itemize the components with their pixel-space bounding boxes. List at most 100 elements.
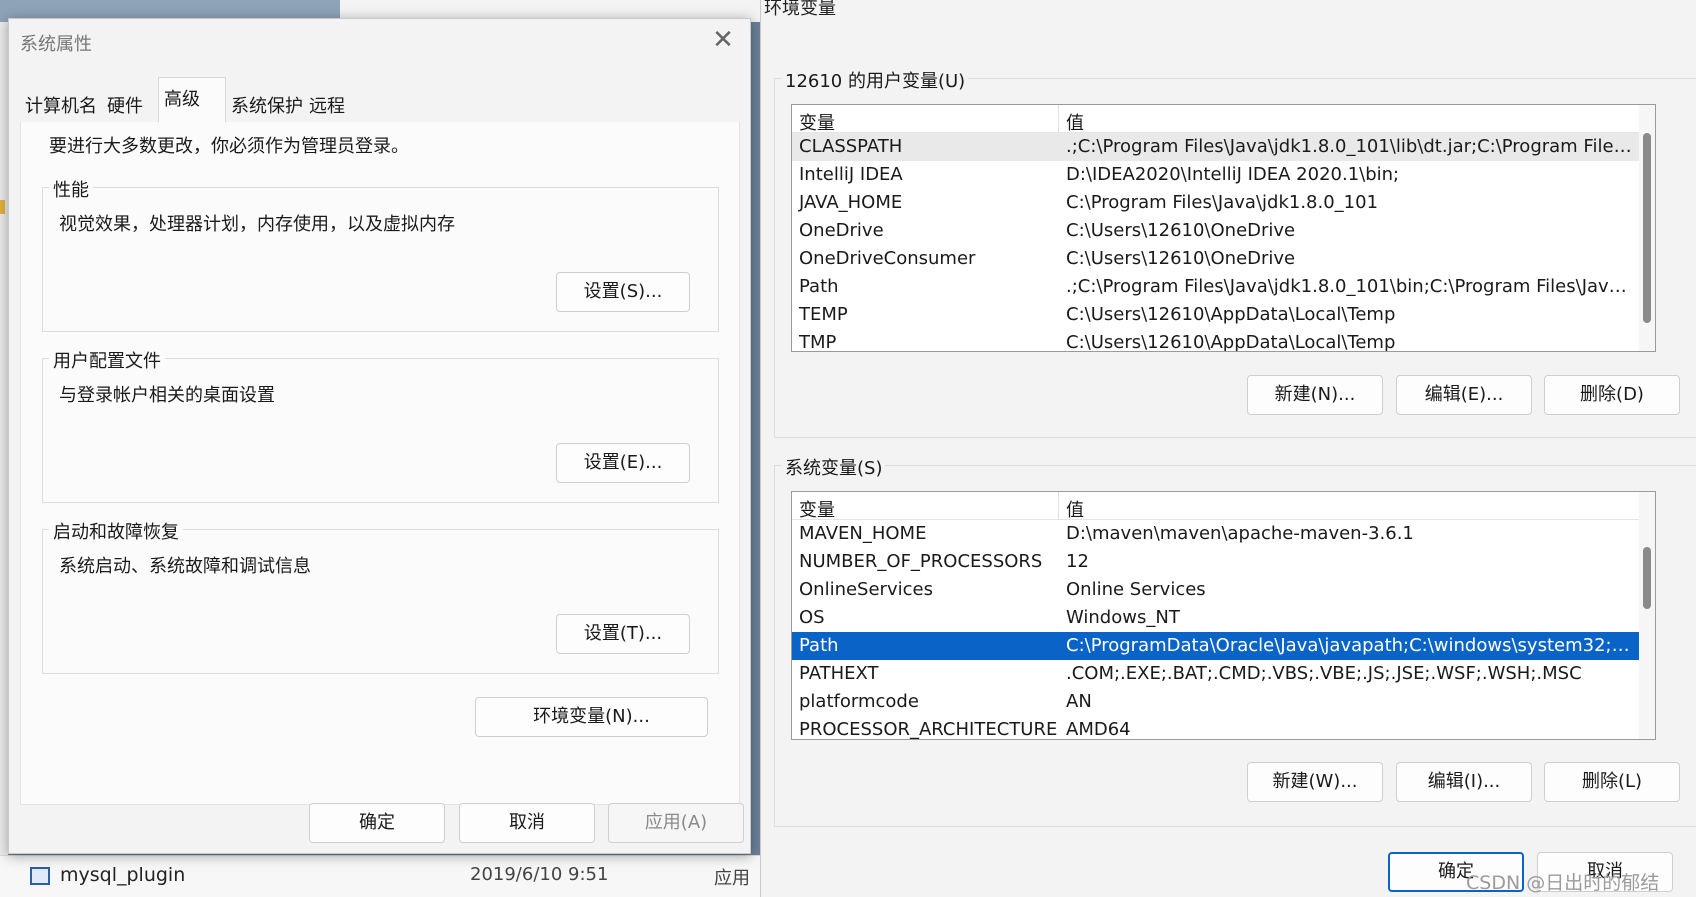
explorer-sidebar <box>0 22 8 897</box>
variable-value: AMD64 <box>1066 719 1131 740</box>
tab-advanced[interactable]: 高级 <box>158 77 226 123</box>
startup-recovery-title: 启动和故障恢复 <box>49 518 183 544</box>
user-variables-title: 12610 的用户变量(U) <box>782 67 969 93</box>
variable-value: .COM;.EXE;.BAT;.CMD;.VBS;.VBE;.JS;.JSE;.… <box>1066 663 1582 684</box>
variable-name: TMP <box>799 332 837 352</box>
user-variable-row[interactable]: TMP C:\Users\12610\AppData\Local\Temp <box>792 329 1640 352</box>
environment-variables-button[interactable]: 环境变量(N)... <box>475 697 708 737</box>
system-variable-row[interactable]: NUMBER_OF_PROCESSORS 12 <box>792 548 1640 576</box>
system-properties-dialog: 系统属性 ✕ 计算机名 硬件 高级 系统保护 远程 要进行大多数更改，你必须作为… <box>8 18 751 854</box>
user-variable-row[interactable]: JAVA_HOME C:\Program Files\Java\jdk1.8.0… <box>792 189 1640 217</box>
startup-recovery-group: 启动和故障恢复 系统启动、系统故障和调试信息 设置(T)... <box>42 518 719 674</box>
user-variable-row[interactable]: Path .;C:\Program Files\Java\jdk1.8.0_10… <box>792 273 1640 301</box>
close-icon[interactable]: ✕ <box>708 25 738 55</box>
variable-value: D:\IDEA2020\IntelliJ IDEA 2020.1\bin; <box>1066 164 1400 185</box>
variable-value: C:\ProgramData\Oracle\Java\javapath;C:\w… <box>1066 635 1636 656</box>
user-variable-row[interactable]: TEMP C:\Users\12610\AppData\Local\Temp <box>792 301 1640 329</box>
user-profiles-title: 用户配置文件 <box>49 347 165 373</box>
system-delete-button[interactable]: 删除(L) <box>1544 762 1680 802</box>
column-divider[interactable] <box>1058 105 1059 133</box>
variable-value: C:\Users\12610\AppData\Local\Temp <box>1066 304 1396 325</box>
performance-title: 性能 <box>49 176 93 202</box>
variable-name: JAVA_HOME <box>799 192 903 213</box>
system-new-button[interactable]: 新建(W)... <box>1247 762 1383 802</box>
scrollbar-thumb[interactable] <box>1643 133 1651 323</box>
system-variable-row[interactable]: PATHEXT .COM;.EXE;.BAT;.CMD;.VBS;.VBE;.J… <box>792 660 1640 688</box>
variable-name: MAVEN_HOME <box>799 523 927 544</box>
scrollbar-thumb[interactable] <box>1643 547 1651 609</box>
user-variable-row[interactable]: CLASSPATH .;C:\Program Files\Java\jdk1.8… <box>792 133 1640 161</box>
variable-name: OneDrive <box>799 220 884 241</box>
tab-system-protection[interactable]: 系统保护 <box>226 88 308 122</box>
file-date: 2019/6/10 9:51 <box>470 864 609 885</box>
user-profiles-group: 用户配置文件 与登录帐户相关的桌面设置 设置(E)... <box>42 347 719 503</box>
variable-name: IntelliJ IDEA <box>799 164 903 185</box>
system-variable-row[interactable]: platformcode AN <box>792 688 1640 716</box>
system-variable-row[interactable]: OnlineServices Online Services <box>792 576 1640 604</box>
variable-name: Path <box>799 635 839 656</box>
system-variable-row[interactable]: PROCESSOR_ARCHITECTURE AMD64 <box>792 716 1640 740</box>
system-edit-button[interactable]: 编辑(I)... <box>1396 762 1532 802</box>
variable-name: CLASSPATH <box>799 136 903 157</box>
system-variables-list[interactable]: 变量 值 MAVEN_HOME D:\maven\maven\apache-ma… <box>791 491 1656 740</box>
ok-button[interactable]: 确定 <box>309 803 445 843</box>
apply-button[interactable]: 应用(A) <box>608 803 744 843</box>
startup-recovery-settings-button[interactable]: 设置(T)... <box>556 614 690 654</box>
variable-value: C:\Users\12610\OneDrive <box>1066 220 1296 241</box>
variable-name: Path <box>799 276 839 297</box>
user-delete-button[interactable]: 删除(D) <box>1544 375 1680 415</box>
tab-computer-name[interactable]: 计算机名 <box>20 88 102 122</box>
variable-name: platformcode <box>799 691 919 712</box>
user-profiles-description: 与登录帐户相关的桌面设置 <box>59 385 275 406</box>
variable-value: C:\Users\12610\OneDrive <box>1066 248 1296 269</box>
user-variable-row[interactable]: OneDriveConsumer C:\Users\12610\OneDrive <box>792 245 1640 273</box>
variable-value: C:\Users\12610\AppData\Local\Temp <box>1066 332 1396 352</box>
variable-name: TEMP <box>799 304 848 325</box>
list-header: 变量 值 <box>792 492 1655 522</box>
file-icon <box>30 867 50 885</box>
file-name[interactable]: mysql_plugin <box>60 864 185 886</box>
variable-name: OnlineServices <box>799 579 933 600</box>
variable-value: Online Services <box>1066 579 1206 600</box>
column-header-variable[interactable]: 变量 <box>799 496 835 522</box>
variable-value: AN <box>1066 691 1092 712</box>
performance-settings-button[interactable]: 设置(S)... <box>556 272 690 312</box>
user-variables-list[interactable]: 变量 值 CLASSPATH .;C:\Program Files\Java\j… <box>791 104 1656 352</box>
variable-name: PROCESSOR_ARCHITECTURE <box>799 719 1058 740</box>
user-profiles-settings-button[interactable]: 设置(E)... <box>556 443 690 483</box>
system-list-scrollbar[interactable] <box>1639 492 1655 739</box>
admin-note: 要进行大多数更改，你必须作为管理员登录。 <box>49 136 409 157</box>
column-divider[interactable] <box>1058 492 1059 520</box>
environment-variables-dialog: 环境变量 12610 的用户变量(U) 变量 值 CLASSPATH .;C:\… <box>760 0 1696 897</box>
column-header-value[interactable]: 值 <box>1066 496 1084 522</box>
system-variable-row[interactable]: MAVEN_HOME D:\maven\maven\apache-maven-3… <box>792 520 1640 548</box>
variable-name: OneDriveConsumer <box>799 248 976 269</box>
variable-value: D:\maven\maven\apache-maven-3.6.1 <box>1066 523 1414 544</box>
variable-value: C:\Program Files\Java\jdk1.8.0_101 <box>1066 192 1379 213</box>
tab-remote[interactable]: 远程 <box>304 88 350 122</box>
user-list-scrollbar[interactable] <box>1639 105 1655 351</box>
tab-strip: 计算机名 硬件 高级 系统保护 远程 <box>20 75 740 123</box>
tab-hardware[interactable]: 硬件 <box>102 88 148 122</box>
user-new-button[interactable]: 新建(N)... <box>1247 375 1383 415</box>
folder-icon <box>0 200 5 214</box>
system-variables-title: 系统变量(S) <box>782 454 886 480</box>
variable-value: .;C:\Program Files\Java\jdk1.8.0_101\lib… <box>1066 136 1636 157</box>
column-header-value[interactable]: 值 <box>1066 109 1084 135</box>
variable-name: NUMBER_OF_PROCESSORS <box>799 551 1043 572</box>
file-type: 应用 <box>714 868 750 889</box>
column-header-variable[interactable]: 变量 <box>799 109 835 135</box>
variable-value: .;C:\Program Files\Java\jdk1.8.0_101\bin… <box>1066 276 1636 297</box>
performance-description: 视觉效果，处理器计划，内存使用，以及虚拟内存 <box>59 214 455 235</box>
user-variable-row[interactable]: OneDrive C:\Users\12610\OneDrive <box>792 217 1640 245</box>
user-variable-row[interactable]: IntelliJ IDEA D:\IDEA2020\IntelliJ IDEA … <box>792 161 1640 189</box>
cancel-button[interactable]: 取消 <box>459 803 595 843</box>
user-edit-button[interactable]: 编辑(E)... <box>1396 375 1532 415</box>
system-variable-row[interactable]: OS Windows_NT <box>792 604 1640 632</box>
dialog-title: 环境变量 <box>764 0 836 19</box>
variable-name: PATHEXT <box>799 663 879 684</box>
system-variable-row-selected[interactable]: Path C:\ProgramData\Oracle\Java\javapath… <box>792 632 1640 660</box>
startup-recovery-description: 系统启动、系统故障和调试信息 <box>59 556 311 577</box>
performance-group: 性能 视觉效果，处理器计划，内存使用，以及虚拟内存 设置(S)... <box>42 176 719 332</box>
variable-value: Windows_NT <box>1066 607 1180 628</box>
